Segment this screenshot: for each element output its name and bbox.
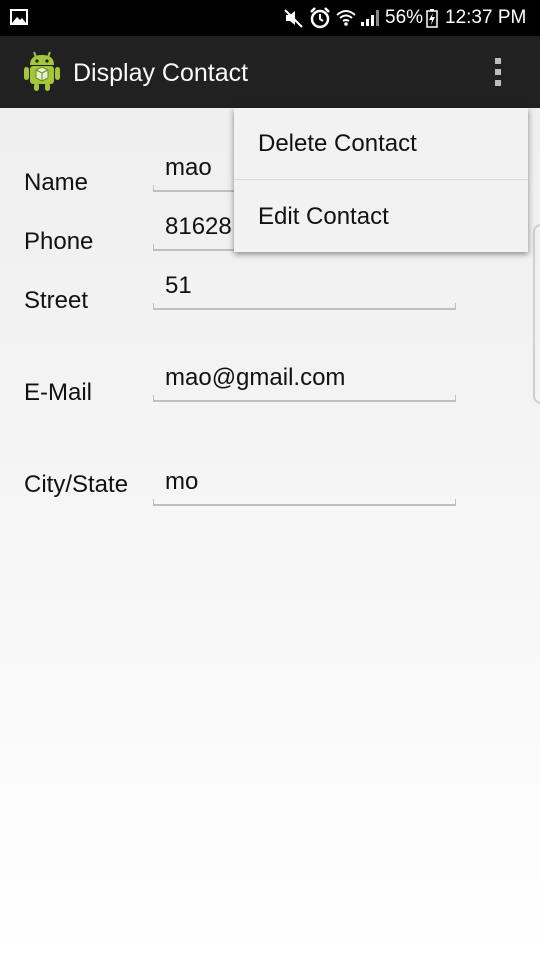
overflow-menu-icon[interactable]: [484, 54, 514, 90]
overflow-popup-menu: Delete Contact Edit Contact: [234, 108, 528, 252]
phone-label: Phone: [24, 228, 94, 255]
email-value: mao@gmail.com: [165, 364, 346, 391]
alarm-icon: [310, 7, 330, 29]
wifi-icon: [336, 10, 356, 26]
street-value: 51: [165, 272, 192, 299]
menu-item-edit-contact[interactable]: Edit Contact: [234, 181, 528, 253]
street-field[interactable]: 51: [153, 270, 456, 310]
gallery-icon: [10, 9, 28, 25]
status-bar: 56% 12:37 PM: [0, 0, 540, 36]
email-label: E-Mail: [24, 379, 93, 406]
page-title: Display Contact: [73, 59, 249, 87]
name-label: Name: [24, 169, 89, 196]
city-state-field[interactable]: mo: [153, 466, 456, 506]
street-label: Street: [24, 287, 89, 314]
name-value: mao: [165, 154, 212, 181]
mute-icon: [284, 9, 303, 28]
city-state-value: mo: [165, 468, 199, 495]
battery-icon: [426, 9, 438, 28]
phone-value: 81628: [165, 213, 232, 240]
clock: 12:37 PM: [445, 7, 527, 28]
signal-icon: [361, 10, 379, 26]
battery-percent: 56%: [385, 7, 424, 28]
android-icon: [24, 51, 60, 91]
scroll-indicator: [533, 224, 540, 404]
menu-item-delete-contact[interactable]: Delete Contact: [234, 108, 528, 180]
email-field[interactable]: mao@gmail.com: [153, 362, 456, 402]
action-bar: Display Contact: [0, 36, 540, 108]
city-state-label: City/State: [24, 471, 129, 498]
